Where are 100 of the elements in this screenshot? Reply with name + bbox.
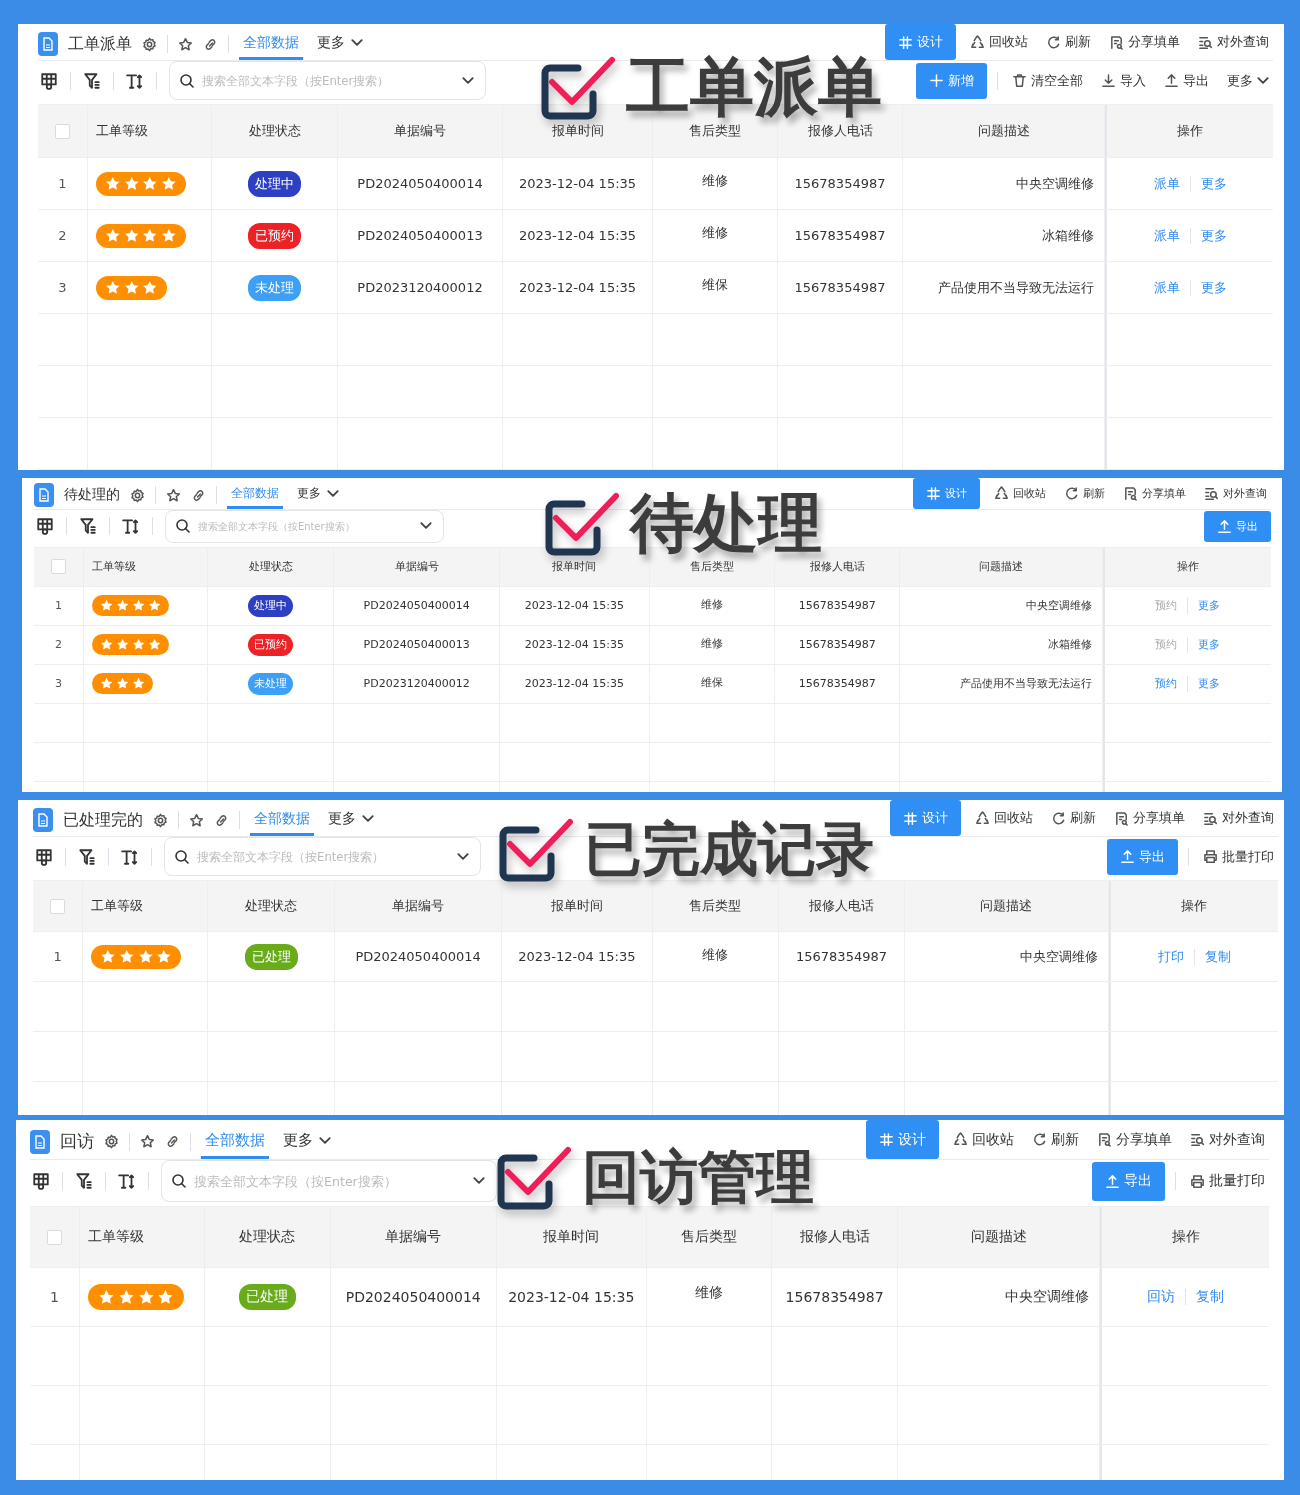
filter-icon: [75, 1172, 93, 1191]
search-icon: [179, 72, 195, 89]
toolbar-button[interactable]: 对外查询: [1194, 33, 1273, 52]
toolbar-button[interactable]: 分享填单: [1105, 33, 1184, 52]
toolbar-button[interactable]: 分享填单: [1110, 809, 1189, 828]
action-button[interactable]: 设计: [885, 24, 956, 61]
action-button[interactable]: 新增: [916, 62, 987, 100]
star-icon: [105, 228, 121, 244]
toolbar-button[interactable]: 导出: [1160, 71, 1213, 90]
action-button[interactable]: 设计: [866, 1120, 939, 1160]
table-cell: 15678354987: [785, 1289, 884, 1306]
row-action-link[interactable]: 打印: [1157, 947, 1184, 966]
star-icon: [99, 638, 113, 652]
toolbar-button[interactable]: 对外查询: [1186, 1130, 1269, 1149]
row-number: 3: [58, 280, 67, 296]
toolbar-button[interactable]: 批量打印: [1199, 847, 1278, 866]
chevron-down-icon: [319, 1136, 331, 1144]
toolbar-button[interactable]: 分享填单: [1093, 1130, 1176, 1149]
search-field[interactable]: 搜索全部文本字段（按Enter搜索）: [161, 1160, 497, 1203]
column-header: 报单时间: [550, 897, 603, 916]
star-icon: [119, 949, 135, 965]
toolbar-button[interactable]: 刷新: [1047, 809, 1100, 828]
column-header: 单据编号: [394, 122, 446, 141]
table-cell: 维修: [695, 1283, 724, 1302]
search-field[interactable]: 搜索全部文本字段（按Enter搜索）: [169, 61, 486, 101]
toolbar-button[interactable]: 批量打印: [1186, 1172, 1269, 1191]
link-icon: [165, 1134, 180, 1150]
checkbox[interactable]: [50, 898, 66, 914]
checkbox[interactable]: [47, 1229, 63, 1245]
row-action-link[interactable]: 派单: [1153, 226, 1180, 245]
toolbar-button[interactable]: 回收站: [971, 809, 1037, 828]
toolbar-button[interactable]: 回收站: [990, 485, 1050, 501]
toolbar-button[interactable]: 刷新: [1028, 1130, 1083, 1149]
star-icon: [142, 228, 158, 244]
toolbar-button[interactable]: 导入: [1097, 71, 1150, 90]
row-action-link[interactable]: 复制: [1204, 947, 1231, 966]
toolbar-button[interactable]: 回收站: [949, 1130, 1018, 1149]
column-header: 报单时间: [543, 1228, 600, 1247]
row-action-link[interactable]: 更多: [1198, 676, 1221, 692]
toolbar-button[interactable]: 刷新: [1060, 485, 1109, 501]
column-header: 售后类型: [690, 559, 735, 575]
star-icon: [140, 1134, 155, 1150]
star-icon: [156, 949, 172, 965]
action-button[interactable]: 设计: [890, 800, 961, 837]
toolbar-button[interactable]: 清空全部: [1008, 71, 1087, 90]
star-icon: [148, 638, 162, 652]
column-header: 售后类型: [689, 897, 742, 916]
row-action-link[interactable]: 更多: [1198, 598, 1221, 614]
checkbox[interactable]: [51, 559, 67, 575]
search-icon: [174, 848, 190, 865]
tab[interactable]: 更多: [313, 28, 367, 61]
row-number: 2: [58, 228, 67, 244]
row-action-link[interactable]: 更多: [1200, 174, 1227, 193]
star-icon: [123, 176, 140, 192]
row-action-link[interactable]: 派单: [1153, 278, 1180, 297]
chevron-down-icon: [462, 76, 474, 84]
gear-icon: [130, 487, 145, 503]
view-settings-icon: [35, 847, 53, 866]
filter-icon: [78, 847, 96, 866]
action-button[interactable]: 导出: [1204, 510, 1271, 542]
checkbox[interactable]: [55, 123, 70, 139]
row-action-link[interactable]: 预约: [1155, 676, 1178, 692]
gear-icon: [153, 812, 168, 828]
search-list-icon: [1203, 810, 1218, 826]
link-icon: [214, 812, 229, 828]
star-icon: [123, 280, 140, 296]
toolbar-button[interactable]: 对外查询: [1199, 809, 1278, 828]
action-button[interactable]: 设计: [913, 478, 980, 509]
row-action-link[interactable]: 更多: [1198, 637, 1221, 653]
page-title: 工单派单: [68, 33, 132, 55]
tab[interactable]: 更多: [279, 1124, 335, 1160]
refresh-icon: [1046, 34, 1061, 50]
tab[interactable]: 更多: [293, 482, 343, 509]
more-dropdown[interactable]: 更多: [1223, 71, 1273, 90]
table-cell: 15678354987: [794, 280, 886, 296]
toolbar-button[interactable]: 刷新: [1042, 33, 1095, 52]
recycle-icon: [953, 1132, 968, 1148]
chevron-down-icon: [1257, 77, 1269, 85]
row-action-link[interactable]: 更多: [1200, 278, 1227, 297]
column-header: 工单等级: [91, 897, 144, 916]
toolbar-button[interactable]: 回收站: [966, 33, 1032, 52]
star-icon: [142, 176, 158, 192]
row-action-link[interactable]: 回访: [1147, 1288, 1176, 1307]
toolbar-button[interactable]: 分享填单: [1119, 485, 1190, 501]
search-field[interactable]: 搜索全部文本字段（按Enter搜索）: [164, 837, 481, 877]
star-icon: [142, 280, 158, 296]
search-field[interactable]: 搜索全部文本字段（按Enter搜索）: [165, 509, 444, 543]
table-cell: 2023-12-04 15:35: [518, 228, 637, 244]
toolbar-button[interactable]: 对外查询: [1200, 485, 1271, 501]
star-icon: [97, 1288, 115, 1306]
trash-icon: [1012, 73, 1027, 89]
tab[interactable]: 更多: [324, 804, 378, 837]
action-button[interactable]: 导出: [1107, 838, 1178, 876]
row-action-link[interactable]: 派单: [1153, 174, 1180, 193]
row-action-link[interactable]: 更多: [1200, 226, 1227, 245]
recycle-icon: [975, 810, 990, 826]
action-button[interactable]: 导出: [1092, 1161, 1165, 1201]
row-action-link[interactable]: 复制: [1196, 1288, 1225, 1307]
status-tag: 已预约: [248, 634, 294, 656]
text-height-icon: [122, 517, 140, 536]
